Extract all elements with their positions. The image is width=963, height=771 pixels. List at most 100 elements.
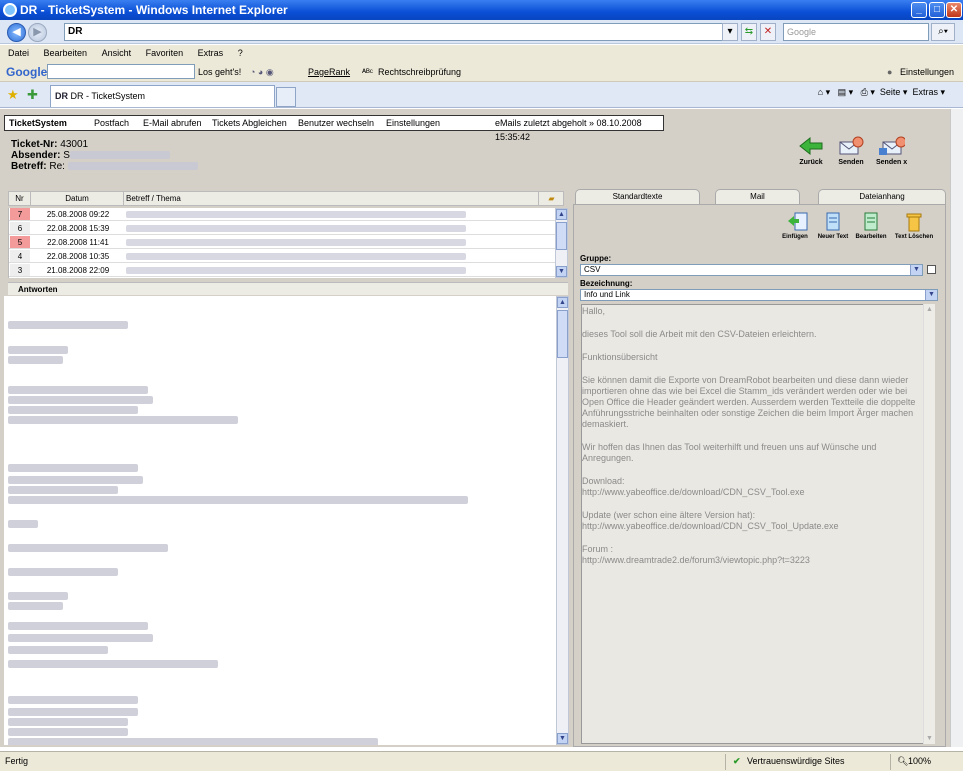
menu-edit[interactable]: Bearbeiten [44,48,88,58]
folder-icon[interactable]: ▰ [539,192,564,206]
menu-file[interactable]: Datei [8,48,29,58]
redacted-line [8,416,238,424]
print-icon[interactable]: ⎙ ▾ [861,87,875,97]
back-button[interactable]: Zurück [798,136,824,166]
search-input[interactable]: Google [783,23,929,41]
scroll-thumb[interactable] [557,310,568,358]
tab-mail[interactable]: Mail [715,189,800,205]
redacted-line [8,696,138,704]
spellcheck-button[interactable]: Rechtschreibprüfung [378,62,461,82]
refresh-icon[interactable]: ⇆ [741,23,757,41]
url-input[interactable]: DR [64,23,736,41]
scroll-down-icon[interactable]: ▼ [557,733,568,744]
chevron-down-icon[interactable]: ▼ [910,265,922,275]
row-subject-redacted [126,253,466,260]
forward-nav-button[interactable]: ▶ [28,23,47,42]
new-text-button[interactable]: Neuer Text [815,212,851,240]
redacted-line [8,622,148,630]
new-tab-button[interactable] [276,87,296,107]
insert-label: Einfügen [782,234,808,240]
tab-standardtexte[interactable]: Standardtexte [575,189,700,205]
menu-help[interactable]: ? [238,48,243,58]
table-row[interactable]: 6 22.08.2008 15:39 [9,222,556,235]
group-checkbox[interactable] [927,265,936,274]
table-row[interactable]: 3 21.08.2008 22:09 [9,264,556,277]
group-select[interactable]: CSV ▼ [580,264,923,276]
tools-menu[interactable]: Extras [912,87,938,97]
security-zone[interactable]: Vertrauenswürdige Sites [747,752,845,771]
ticket-table-scrollbar[interactable]: ▲ ▼ [555,208,568,278]
google-tools-icon[interactable]: ◔ ◕ ◉ [250,62,274,82]
nav-tickets-abgleichen[interactable]: Tickets Abgleichen [212,116,287,130]
col-nr[interactable]: Nr [9,192,31,206]
menu-tools[interactable]: Extras [198,48,224,58]
close-button[interactable]: ✕ [946,2,962,18]
add-favorite-icon[interactable]: ✚ [27,87,38,103]
designation-value: Info und Link [584,290,630,299]
page-scrollbar[interactable] [950,109,963,747]
redacted-line [8,346,68,354]
insert-button[interactable]: Einfügen [780,212,810,240]
template-text-scrollbar[interactable]: ▲ ▼ [923,304,935,744]
template-paragraph: Wir hoffen das Ihnen das Tool weiterhilf… [582,442,877,463]
row-nr: 4 [10,250,30,262]
spellcheck-icon: ᴬᴮᶜ [362,67,373,77]
col-datum[interactable]: Datum [31,192,124,206]
zoom-icon: 🔍︎ [897,756,909,766]
redacted-line [8,476,143,484]
send-close-icon [878,136,907,156]
google-go-button[interactable]: Los geht's! [198,62,241,82]
delete-label: Text Löschen [894,234,934,240]
col-betreff[interactable]: Betreff / Thema [124,192,539,206]
redacted-line [8,486,118,494]
window-title: DR - TicketSystem - Windows Internet Exp… [20,3,288,17]
scroll-down-icon[interactable]: ▼ [556,266,567,277]
page-menu[interactable]: Seite [880,87,901,97]
table-row[interactable]: 7 25.08.2008 09:22 [9,208,556,221]
search-icon[interactable]: ⌕▾ [931,23,955,41]
template-text-area[interactable]: Hallo, dieses Tool soll die Arbeit mit de… [581,304,935,744]
menu-favorites[interactable]: Favoriten [146,48,184,58]
scroll-up-icon[interactable]: ▲ [556,209,567,220]
scroll-thumb[interactable] [556,222,567,250]
redacted-line [8,646,108,654]
nav-benutzer-wechseln[interactable]: Benutzer wechseln [298,116,374,130]
edit-button[interactable]: Bearbeiten [854,212,888,240]
nav-postfach[interactable]: Postfach [94,116,129,130]
zoom-level[interactable]: 100% [908,752,931,771]
table-row[interactable]: 5 22.08.2008 11:41 [9,236,556,249]
message-history [4,296,556,745]
minimize-button[interactable]: _ [911,2,927,18]
favorites-star-icon[interactable]: ★ [7,87,19,103]
nav-einstellungen[interactable]: Einstellungen [386,116,440,130]
home-icon[interactable]: ⌂ ▾ [818,87,830,97]
designation-select[interactable]: Info und Link ▼ [580,289,938,301]
url-dropdown-icon[interactable]: ▾ [722,23,738,41]
scroll-up-icon[interactable]: ▲ [926,306,933,313]
tab-dateianhang[interactable]: Dateianhang [818,189,946,205]
scroll-down-icon[interactable]: ▼ [926,735,933,742]
back-nav-button[interactable]: ◀ [7,23,26,42]
message-scrollbar[interactable]: ▲ ▼ [556,296,569,745]
settings-button[interactable]: Einstellungen [900,62,954,82]
browser-tab-bar: ★ ✚ DR DR - TicketSystem ⌂ ▾ ▤ ▾ ⎙ ▾ Sei… [0,82,963,108]
scroll-up-icon[interactable]: ▲ [557,297,568,308]
send-close-button[interactable]: Senden x [876,136,907,166]
feeds-icon[interactable]: ▤ ▾ [838,87,854,97]
chevron-down-icon[interactable]: ▼ [925,290,937,300]
table-row[interactable]: 4 22.08.2008 10:35 [9,250,556,263]
redacted-line [8,544,168,552]
redacted-line [8,592,68,600]
menu-view[interactable]: Ansicht [102,48,132,58]
google-search-input[interactable] [47,64,195,79]
pagerank-button[interactable]: PageRank [308,62,350,82]
nav-email-abrufen[interactable]: E-Mail abrufen [143,116,202,130]
tab-ticketsystem[interactable]: DR DR - TicketSystem [50,85,275,107]
stop-icon[interactable]: ✕ [760,23,776,41]
subject-value: Re: [49,161,65,172]
back-label: Zurück [799,159,823,166]
delete-button[interactable]: Text Löschen [892,212,936,240]
maximize-button[interactable]: □ [929,2,945,18]
ticket-info: Ticket-Nr: 43001 Absender: S Betreff: Re… [11,139,198,172]
send-button[interactable]: Senden [838,136,864,166]
